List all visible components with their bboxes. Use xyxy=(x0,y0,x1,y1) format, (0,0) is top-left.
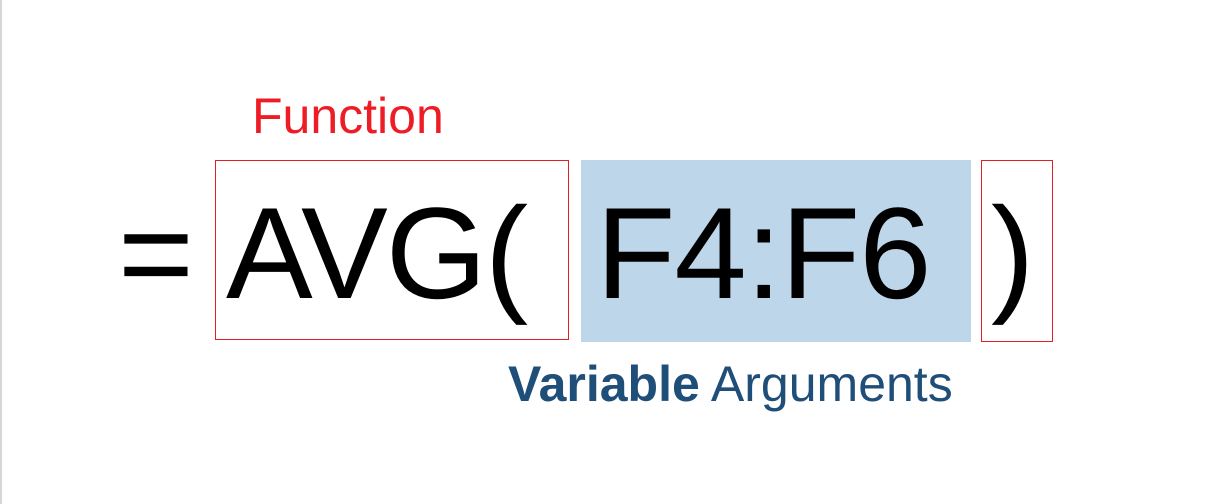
function-name-text: AVG( xyxy=(226,180,528,326)
arguments-label: Variable Arguments xyxy=(508,352,953,416)
closing-paren-text: ) xyxy=(991,180,1035,326)
left-border-line xyxy=(0,0,2,504)
equals-sign: = xyxy=(118,180,194,326)
arguments-label-rest: Arguments xyxy=(699,356,953,412)
function-label: Function xyxy=(252,88,444,144)
arguments-label-bold: Variable xyxy=(508,356,700,412)
arguments-text: F4:F6 xyxy=(596,180,932,326)
